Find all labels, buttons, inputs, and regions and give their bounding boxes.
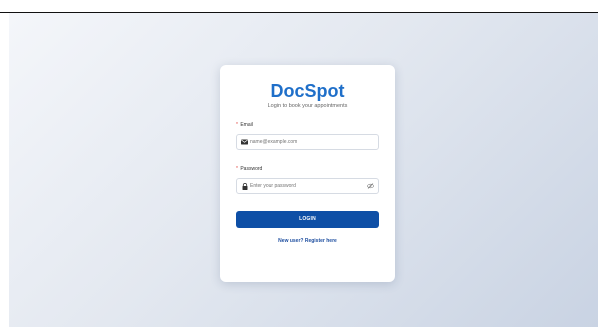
email-label: * Email <box>236 122 379 129</box>
email-input[interactable] <box>250 135 374 149</box>
register-link[interactable]: New user? Register here <box>236 238 379 244</box>
password-label: * Password <box>236 166 379 173</box>
required-marker: * <box>236 122 238 128</box>
eye-slash-icon[interactable] <box>366 183 374 190</box>
login-button[interactable]: LOGIN <box>236 211 379 228</box>
brand-title: DocSpot <box>270 81 345 101</box>
password-field[interactable] <box>236 178 379 194</box>
email-field[interactable] <box>236 134 379 150</box>
password-label-text: Password <box>240 166 263 172</box>
login-card: DocSpot Login to book your appointments … <box>220 65 395 282</box>
brand-subtitle: Login to book your appointments <box>267 103 348 109</box>
email-label-text: Email <box>240 122 253 128</box>
envelope-icon <box>241 139 248 146</box>
password-input[interactable] <box>250 179 366 193</box>
lock-icon <box>241 182 248 190</box>
required-marker: * <box>236 166 238 172</box>
